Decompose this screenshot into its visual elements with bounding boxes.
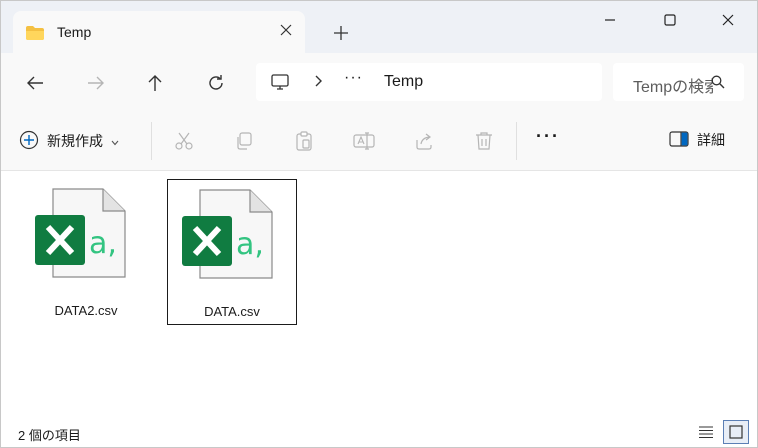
tab-title: Temp — [57, 24, 92, 40]
folder-icon — [25, 25, 45, 40]
details-pane-icon — [669, 130, 689, 150]
navigation-bar: ··· Temp Tempの検索 — [1, 53, 757, 112]
delete-icon[interactable] — [471, 128, 497, 154]
file-list: a, DATA2.csv a, DATA.csv — [1, 171, 757, 416]
breadcrumb-overflow[interactable]: ··· — [344, 69, 363, 87]
close-icon[interactable] — [705, 5, 751, 35]
chevron-right-icon[interactable] — [314, 74, 324, 93]
details-view-icon[interactable] — [693, 420, 719, 444]
paste-icon[interactable] — [291, 128, 317, 154]
chevron-down-icon — [111, 133, 119, 149]
svg-text:a,: a, — [89, 226, 117, 261]
cut-icon[interactable] — [171, 128, 197, 154]
title-bar: Temp — [1, 1, 757, 53]
command-bar: 新規作成 ··· 詳細 — [1, 112, 757, 171]
new-button-label: 新規作成 — [47, 133, 103, 149]
excel-csv-icon: a, — [180, 188, 276, 289]
copy-icon[interactable] — [231, 128, 257, 154]
breadcrumb-current[interactable]: Temp — [384, 73, 423, 91]
new-button[interactable]: 新規作成 — [19, 124, 119, 158]
status-bar: 2 個の項目 — [1, 416, 757, 447]
search-box[interactable]: Tempの検索 — [613, 63, 744, 101]
details-label: 詳細 — [697, 132, 725, 148]
excel-csv-icon: a, — [33, 187, 129, 288]
more-options-button[interactable]: ··· — [536, 126, 560, 147]
arrow-left-icon[interactable] — [19, 67, 51, 99]
item-count: 2 個の項目 — [18, 428, 81, 443]
arrow-right-icon[interactable] — [80, 67, 112, 99]
rename-icon[interactable] — [351, 128, 377, 154]
file-name: DATA2.csv — [54, 303, 118, 318]
close-tab-icon[interactable] — [275, 19, 297, 41]
svg-text:a,: a, — [236, 227, 264, 262]
maximize-icon[interactable] — [647, 5, 693, 35]
share-icon[interactable] — [411, 128, 437, 154]
file-item-data[interactable]: a, DATA.csv — [167, 179, 297, 325]
this-pc-icon[interactable] — [270, 72, 290, 97]
plus-circle-icon — [19, 130, 39, 153]
minimize-icon[interactable] — [587, 5, 633, 35]
divider — [151, 122, 152, 160]
file-explorer-window: Temp ··· Temp Tempの検索 新規作成 ··· 詳細 a, DAT… — [0, 0, 758, 448]
refresh-icon[interactable] — [200, 67, 232, 99]
details-pane-button[interactable]: 詳細 — [669, 130, 725, 150]
large-icons-view-icon[interactable] — [723, 420, 749, 444]
file-name: DATA.csv — [204, 304, 260, 319]
file-item-data2[interactable]: a, DATA2.csv — [21, 179, 151, 325]
divider — [516, 122, 517, 160]
address-bar[interactable]: ··· Temp — [256, 63, 602, 101]
new-tab-icon[interactable] — [329, 21, 353, 45]
search-icon[interactable] — [711, 75, 725, 94]
arrow-up-icon[interactable] — [139, 67, 171, 99]
tab-temp[interactable]: Temp — [13, 11, 305, 53]
search-input[interactable]: Tempの検索 — [633, 73, 713, 97]
